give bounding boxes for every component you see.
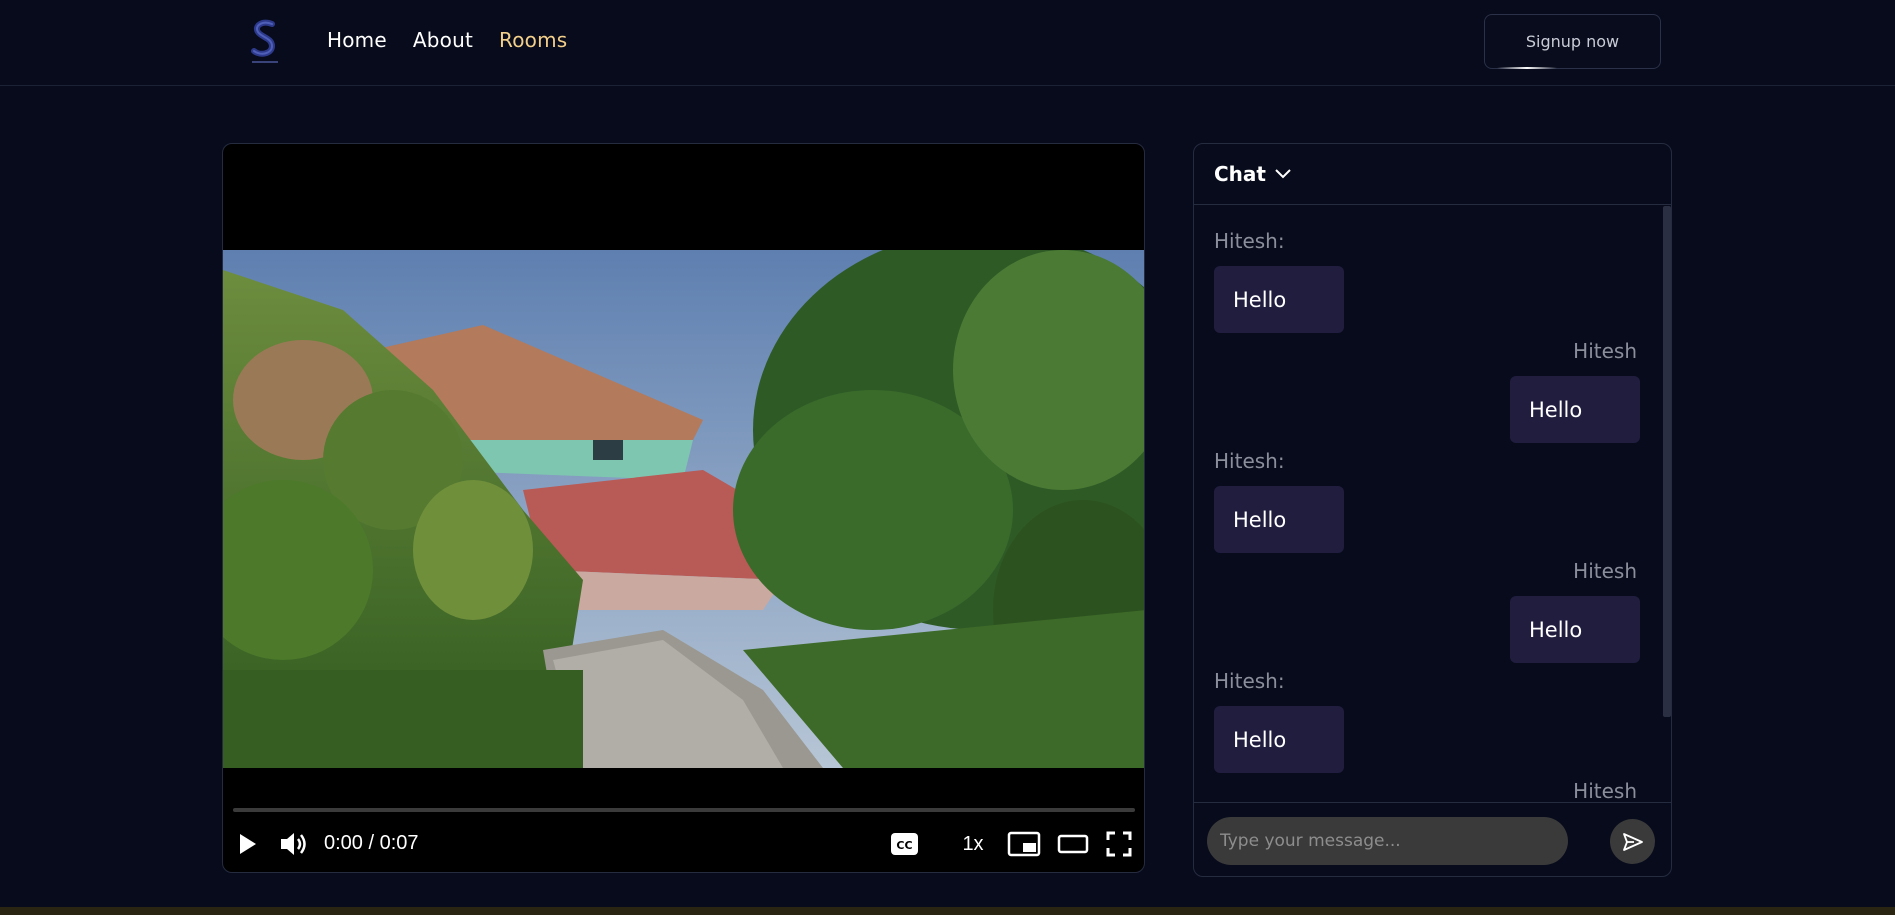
video-controls: 0:00 / 0:07 CC 1x (223, 802, 1144, 872)
volume-icon[interactable] (279, 830, 311, 858)
send-icon (1622, 832, 1643, 851)
chat-scrollbar[interactable] (1663, 206, 1671, 717)
message-bubble: Hello (1214, 266, 1344, 333)
chat-title: Chat (1214, 162, 1266, 186)
message-sender: Hitesh (1573, 779, 1637, 802)
video-time: 0:00 / 0:07 (324, 832, 419, 854)
chat-messages[interactable]: Hitesh: Hello Hitesh Hello Hitesh: Hello… (1194, 205, 1664, 802)
chat-header[interactable]: Chat (1194, 144, 1671, 205)
message-input[interactable] (1207, 817, 1568, 865)
chat-input-bar (1194, 802, 1671, 876)
theater-mode-icon[interactable] (1057, 830, 1089, 858)
nav-link-rooms[interactable]: Rooms (499, 28, 567, 52)
video-progress-bar[interactable] (233, 808, 1135, 812)
message-sender: Hitesh: (1214, 229, 1285, 253)
message-sender: Hitesh (1573, 559, 1637, 583)
signup-button[interactable]: Signup now (1484, 14, 1661, 69)
playback-speed-button[interactable]: 1x (953, 830, 993, 858)
message-sender: Hitesh: (1214, 669, 1285, 693)
top-navbar: Home About Rooms Signup now (0, 0, 1895, 86)
message-sender: Hitesh (1573, 339, 1637, 363)
nav-link-about[interactable]: About (413, 28, 473, 52)
chevron-down-icon[interactable] (1274, 165, 1292, 184)
message-bubble: Hello (1214, 486, 1344, 553)
message-sender: Hitesh: (1214, 449, 1285, 473)
message-bubble: Hello (1214, 706, 1344, 773)
message-bubble: Hello (1510, 376, 1640, 443)
page-bottom-strip (0, 907, 1895, 915)
message-bubble: Hello (1510, 596, 1640, 663)
site-logo[interactable] (248, 18, 282, 66)
send-button[interactable] (1610, 819, 1655, 864)
svg-text:CC: CC (896, 839, 912, 852)
fullscreen-icon[interactable] (1105, 830, 1133, 858)
video-frame[interactable] (223, 250, 1144, 768)
nav-link-home[interactable]: Home (327, 28, 387, 52)
chat-panel: Chat Hitesh: Hello Hitesh Hello Hitesh: … (1193, 143, 1672, 877)
play-icon[interactable] (237, 830, 259, 858)
video-player[interactable]: 0:00 / 0:07 CC 1x (222, 143, 1145, 873)
miniplayer-icon[interactable] (1007, 830, 1041, 858)
captions-icon[interactable]: CC (890, 831, 919, 857)
